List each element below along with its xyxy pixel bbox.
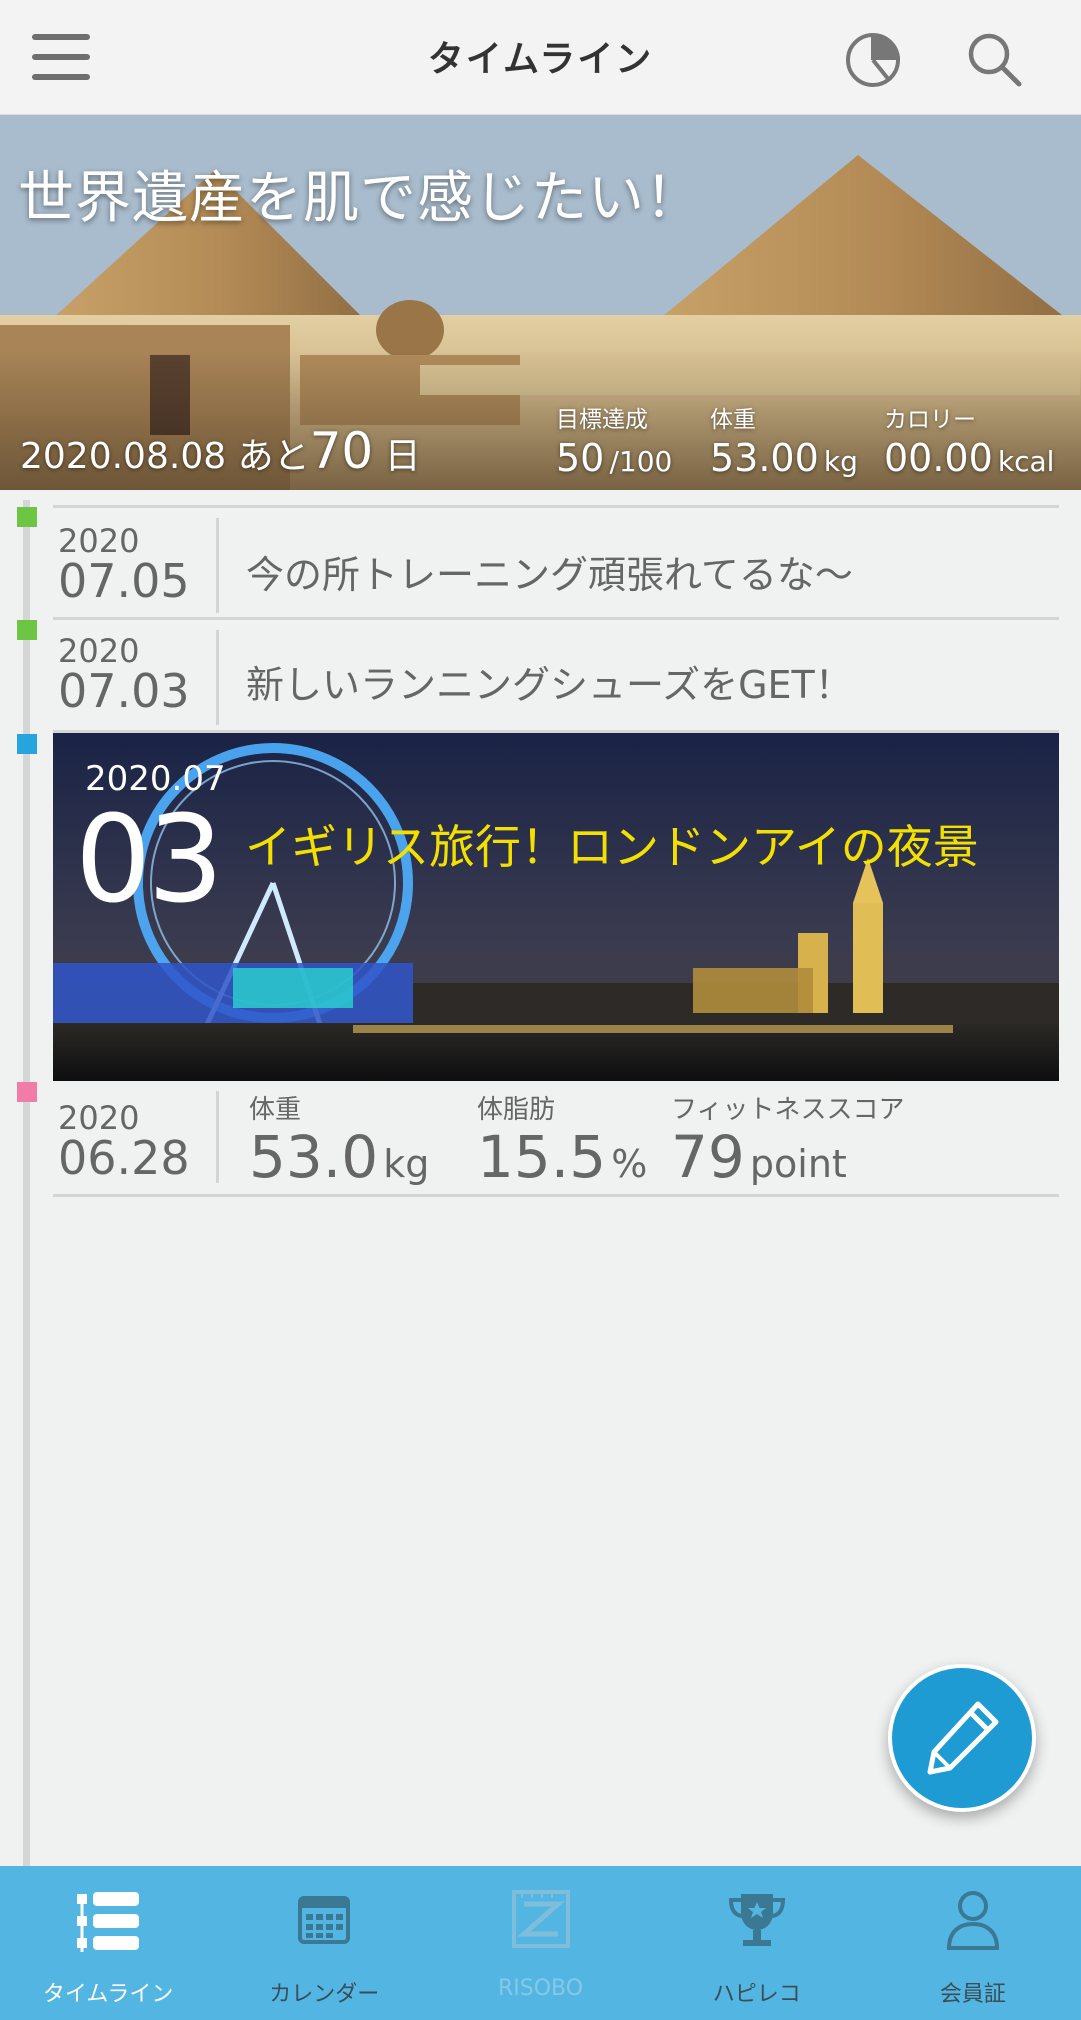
search-icon[interactable] (965, 30, 1025, 90)
remaining-days: 70 (309, 422, 374, 480)
timeline-dot (17, 620, 37, 640)
goal-progress-value: 50 (556, 436, 605, 480)
tab-label: カレンダー (269, 1982, 380, 2007)
fitness-score-value: 79 (671, 1123, 745, 1191)
timeline-dot (17, 507, 37, 527)
timeline-track (23, 500, 30, 1866)
hero-calorie-value: 00.00 (884, 436, 993, 480)
entry-date: 2020 07.05 (58, 522, 190, 608)
tab-label: 会員証 (939, 1982, 1006, 2007)
app-header: タイムライン (0, 0, 1081, 115)
calendar-icon (298, 1896, 351, 1944)
remaining-suffix: 日 (384, 436, 421, 477)
timeline-dot (17, 734, 37, 754)
entry-date: 2020 06.28 (58, 1099, 190, 1185)
risobo-icon (511, 1890, 570, 1948)
stats-timeline-entry[interactable]: 2020 06.28 体重 53.0 kg 体脂肪 15.5 % フィットネスス… (53, 1081, 1059, 1197)
photo-entry-day: 03 (75, 791, 224, 930)
tab-timeline[interactable]: タイムライン (0, 1866, 216, 2020)
page-title: タイムライン (427, 39, 654, 80)
timeline-entry[interactable]: 2020 07.05 今の所トレーニング頑張れてるな〜 (53, 505, 1059, 620)
hero-calorie-stat: カロリー 00.00 kcal (884, 407, 1055, 480)
tab-risobo[interactable]: RISOBO (432, 1866, 648, 2020)
tab-label: タイムライン (42, 1982, 174, 2007)
trophy-icon (728, 1894, 785, 1946)
tab-hapireco[interactable]: ハピレコ (649, 1866, 865, 2020)
entry-text: 今の所トレーニング頑張れてるな〜 (246, 553, 853, 597)
remaining-prefix: あと (237, 436, 310, 477)
body-fat-stat: 体脂肪 15.5 % (477, 1095, 648, 1191)
member-card-icon (946, 1891, 999, 1950)
photo-timeline-entry[interactable]: 2020.07 03 イギリス旅行！ロンドンアイの夜景 (53, 733, 1059, 1081)
hero-weight-value: 53.00 (710, 436, 819, 480)
tab-calendar[interactable]: カレンダー (216, 1866, 432, 2020)
photo-entry-caption: イギリス旅行！ロンドンアイの夜景 (245, 820, 979, 874)
timeline-dot (17, 1082, 37, 1102)
goal-progress-total: /100 (609, 445, 673, 478)
fitness-score-stat: フィットネススコア 79 point (671, 1095, 905, 1191)
goal-hero-banner[interactable]: 世界遺産を肌で感じたい！ 2020.08.08 あと70 日 目標達成 50 /… (0, 115, 1081, 490)
goal-countdown: 2020.08.08 あと70 日 (20, 422, 421, 480)
goal-title: 世界遺産を肌で感じたい！ (18, 166, 702, 231)
pie-chart-icon[interactable] (845, 30, 905, 90)
goal-progress-stat: 目標達成 50 /100 (556, 407, 673, 480)
entry-date: 2020 07.03 (58, 632, 190, 718)
body-fat-value: 15.5 (477, 1123, 607, 1191)
tab-member-card[interactable]: 会員証 (865, 1866, 1081, 2020)
entry-text: 新しいランニングシューズをGET！ (246, 663, 853, 707)
goal-date: 2020.08.08 (20, 436, 227, 477)
compose-button[interactable] (888, 1664, 1036, 1812)
bottom-tab-bar: タイムライン カレンダー RISOBO ハピレコ 会員証 (0, 1866, 1081, 2020)
pencil-icon (927, 1701, 999, 1775)
weight-stat: 体重 53.0 kg (249, 1095, 430, 1191)
timeline-list-icon (77, 1892, 140, 1952)
weight-value: 53.0 (249, 1123, 379, 1191)
hero-weight-stat: 体重 53.00 kg (710, 407, 858, 480)
tab-label: RISOBO (497, 1976, 584, 2001)
tab-label: ハピレコ (712, 1982, 801, 2007)
timeline-entry[interactable]: 2020 07.03 新しいランニングシューズをGET！ (53, 620, 1059, 733)
